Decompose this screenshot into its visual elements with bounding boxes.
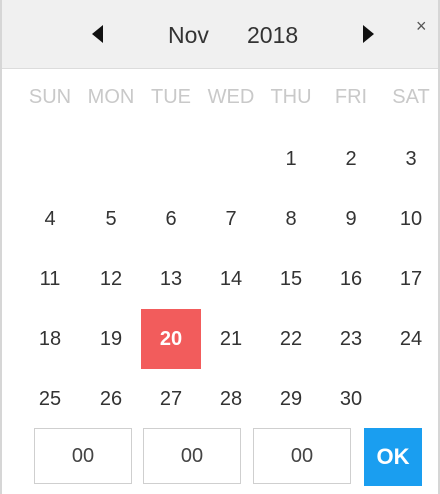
day-cell[interactable]: 4: [20, 189, 80, 249]
day-cell[interactable]: 15: [261, 249, 321, 309]
day-cell[interactable]: 13: [141, 249, 201, 309]
year-label[interactable]: 2018: [247, 22, 298, 49]
day-cell[interactable]: 6: [141, 189, 201, 249]
next-month-button[interactable]: [356, 22, 380, 46]
day-cell[interactable]: 21: [201, 309, 261, 369]
weekday-label: SUN: [28, 86, 72, 108]
weekday-label: MON: [87, 86, 135, 108]
second-input[interactable]: 00: [253, 428, 351, 484]
triangle-left-icon: [92, 25, 103, 43]
date-picker: Nov 2018 × SUN MON TUE WED THU FRI SAT 1…: [0, 0, 440, 494]
day-cell-selected[interactable]: 20: [141, 309, 201, 369]
day-cell[interactable]: 9: [321, 189, 381, 249]
minute-input[interactable]: 00: [143, 428, 241, 484]
month-label[interactable]: Nov: [168, 22, 209, 49]
day-cell[interactable]: 10: [381, 189, 440, 249]
day-cell[interactable]: 5: [81, 189, 141, 249]
day-cell[interactable]: 8: [261, 189, 321, 249]
weekday-label: SAT: [392, 86, 430, 108]
day-cell[interactable]: 2: [321, 129, 381, 189]
day-cell[interactable]: 29: [261, 369, 321, 429]
prev-month-button[interactable]: [86, 22, 110, 46]
weekday-label: THU: [270, 86, 312, 108]
day-cell[interactable]: 19: [81, 309, 141, 369]
picker-header: Nov 2018 ×: [2, 0, 438, 69]
day-cell[interactable]: 3: [381, 129, 440, 189]
day-cell[interactable]: 11: [20, 249, 80, 309]
day-cell[interactable]: 25: [20, 369, 80, 429]
hour-input[interactable]: 00: [34, 428, 132, 484]
day-cell[interactable]: 27: [141, 369, 201, 429]
ok-button[interactable]: OK: [364, 428, 422, 486]
day-cell[interactable]: 28: [201, 369, 261, 429]
day-cell[interactable]: 22: [261, 309, 321, 369]
day-cell[interactable]: 12: [81, 249, 141, 309]
weekday-label: WED: [207, 86, 255, 108]
close-button[interactable]: ×: [416, 16, 427, 37]
day-cell[interactable]: 1: [261, 129, 321, 189]
day-cell[interactable]: 7: [201, 189, 261, 249]
day-cell[interactable]: 23: [321, 309, 381, 369]
day-cell[interactable]: 16: [321, 249, 381, 309]
weekday-label: TUE: [151, 86, 191, 108]
day-cell[interactable]: 24: [381, 309, 440, 369]
weekday-label: FRI: [334, 86, 368, 108]
day-cell[interactable]: 17: [381, 249, 440, 309]
day-cell[interactable]: 18: [20, 309, 80, 369]
day-cell[interactable]: 30: [321, 369, 381, 429]
day-cell[interactable]: 26: [81, 369, 141, 429]
triangle-right-icon: [363, 25, 374, 43]
day-cell[interactable]: 14: [201, 249, 261, 309]
